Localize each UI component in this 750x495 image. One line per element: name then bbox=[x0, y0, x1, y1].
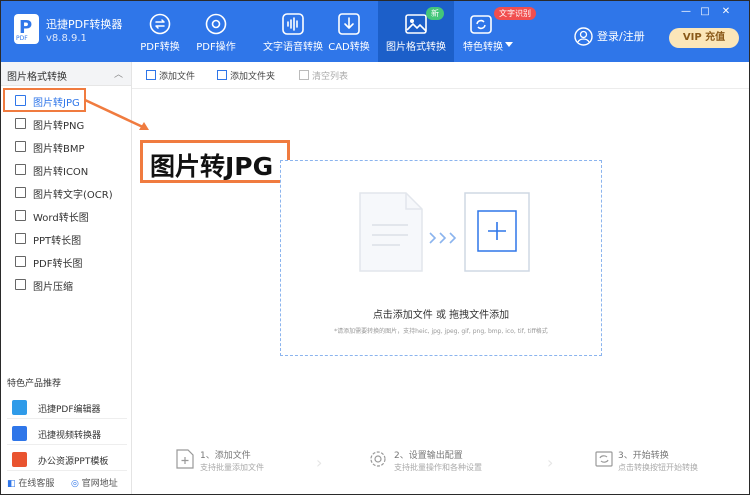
drop-illustration bbox=[359, 192, 530, 272]
step-1-desc: 支持批量添加文件 bbox=[200, 463, 264, 472]
image-file-icon bbox=[15, 118, 26, 129]
maximize-button[interactable]: □ bbox=[698, 6, 712, 17]
close-button[interactable]: ✕ bbox=[719, 6, 733, 17]
convert-step-icon bbox=[595, 451, 613, 467]
chevron-up-icon: ︿ bbox=[113, 70, 123, 80]
drop-zone-label: 点击添加文件 或 拖拽文件添加 bbox=[372, 310, 510, 321]
app-name: 迅捷PDF转换器 bbox=[46, 18, 123, 31]
image-file-icon bbox=[15, 164, 26, 175]
app-version: v8.8.9.1 bbox=[46, 33, 87, 44]
chat-icon: ◧ bbox=[7, 479, 16, 489]
step-3-desc: 点击转换按钮开始转换 bbox=[618, 463, 698, 472]
step-1-title: 1、添加文件 bbox=[200, 451, 251, 461]
sidebar-item-image-to-bmp[interactable]: 图片转BMP bbox=[1, 135, 131, 158]
nav-cad-convert[interactable]: CAD转换 bbox=[319, 1, 379, 62]
file-toolbar: 添加文件 添加文件夹 清空列表 bbox=[132, 62, 749, 89]
pdf-icon bbox=[15, 256, 26, 267]
clear-list-button[interactable]: 清空列表 bbox=[299, 69, 348, 82]
step-3-title: 3、开始转换 bbox=[618, 451, 669, 461]
ppt-template-icon bbox=[12, 452, 27, 467]
word-icon bbox=[15, 210, 26, 221]
step-2-desc: 支持批量操作和各种设置 bbox=[394, 463, 482, 472]
sidebar-item-image-to-png[interactable]: 图片转PNG bbox=[1, 112, 131, 135]
annotation-callout: 图片转JPG bbox=[140, 140, 290, 183]
online-support-link[interactable]: ◧ 在线客服 bbox=[7, 476, 54, 489]
refresh-box-icon bbox=[470, 15, 492, 34]
sidebar-item-image-to-icon[interactable]: 图片转ICON bbox=[1, 158, 131, 181]
supported-formats-text: *请添加需要转换的图片，支持heic, jpg, jpeg, gif, png,… bbox=[334, 328, 548, 335]
chevron-down-icon bbox=[505, 42, 513, 47]
sidebar-item-word-to-long-image[interactable]: Word转长图 bbox=[1, 204, 131, 227]
trash-icon bbox=[299, 70, 309, 80]
add-file-icon bbox=[146, 70, 156, 80]
nav-pdf-operations[interactable]: PDF操作 bbox=[186, 1, 246, 62]
gear-step-icon bbox=[370, 451, 386, 467]
ocr-badge: 文字识别 bbox=[494, 7, 536, 20]
cad-icon bbox=[338, 13, 360, 35]
sidebar-section-header[interactable]: 图片格式转换 ︿ bbox=[1, 62, 131, 86]
user-icon[interactable] bbox=[574, 27, 593, 46]
text-icon bbox=[15, 187, 26, 198]
selection-highlight bbox=[3, 88, 86, 112]
add-file-step-icon bbox=[176, 449, 194, 469]
minimize-button[interactable]: — bbox=[679, 6, 693, 17]
app-window: P PDF 迅捷PDF转换器 v8.8.9.1 PDF转换 PDF操作 文字语音… bbox=[0, 0, 750, 495]
new-badge: 新 bbox=[426, 7, 444, 20]
image-file-icon bbox=[15, 141, 26, 152]
file-drop-zone[interactable]: 点击添加文件 或 拖拽文件添加 *请添加需要转换的图片，支持heic, jpg,… bbox=[280, 160, 602, 356]
product-video-converter[interactable]: 迅捷视频转换器 bbox=[7, 421, 127, 445]
step-2-title: 2、设置输出配置 bbox=[394, 451, 463, 461]
product-pdf-editor[interactable]: 迅捷PDF编辑器 bbox=[7, 395, 127, 419]
top-navigation-bar: P PDF 迅捷PDF转换器 v8.8.9.1 PDF转换 PDF操作 文字语音… bbox=[1, 1, 749, 62]
convert-icon bbox=[149, 13, 171, 35]
featured-products-title: 特色产品推荐 bbox=[7, 379, 62, 389]
compress-icon bbox=[15, 279, 26, 290]
login-button[interactable]: 登录/注册 bbox=[597, 28, 645, 44]
add-file-button[interactable]: 添加文件 bbox=[146, 69, 195, 82]
settings-icon bbox=[205, 13, 227, 35]
sidebar-item-ppt-to-long-image[interactable]: PPT转长图 bbox=[1, 227, 131, 250]
image-icon bbox=[405, 14, 427, 34]
ppt-icon bbox=[15, 233, 26, 244]
audio-wave-icon bbox=[282, 13, 304, 35]
official-site-link[interactable]: ◎ 官网地址 bbox=[71, 476, 118, 489]
sidebar-item-image-compress[interactable]: 图片压缩 bbox=[1, 273, 131, 296]
product-ppt-templates[interactable]: 办公资源PPT模板 bbox=[7, 447, 127, 471]
step-arrow-icon: › bbox=[547, 453, 554, 472]
vip-recharge-button[interactable]: VIP 充值 bbox=[669, 28, 739, 48]
video-converter-icon bbox=[12, 426, 27, 441]
add-folder-button[interactable]: 添加文件夹 bbox=[217, 69, 275, 82]
nav-pdf-convert[interactable]: PDF转换 bbox=[130, 1, 190, 62]
sidebar-item-pdf-to-long-image[interactable]: PDF转长图 bbox=[1, 250, 131, 273]
globe-icon: ◎ bbox=[71, 479, 79, 489]
sidebar: 图片格式转换 ︿ 图片转JPG 图片转PNG 图片转BMP 图片转ICON 图片… bbox=[1, 62, 132, 494]
pdf-editor-icon bbox=[12, 400, 27, 415]
step-arrow-icon: › bbox=[316, 453, 323, 472]
add-folder-icon bbox=[217, 70, 227, 80]
sidebar-item-image-to-text[interactable]: 图片转文字(OCR) bbox=[1, 181, 131, 204]
app-logo: P PDF bbox=[14, 14, 39, 44]
